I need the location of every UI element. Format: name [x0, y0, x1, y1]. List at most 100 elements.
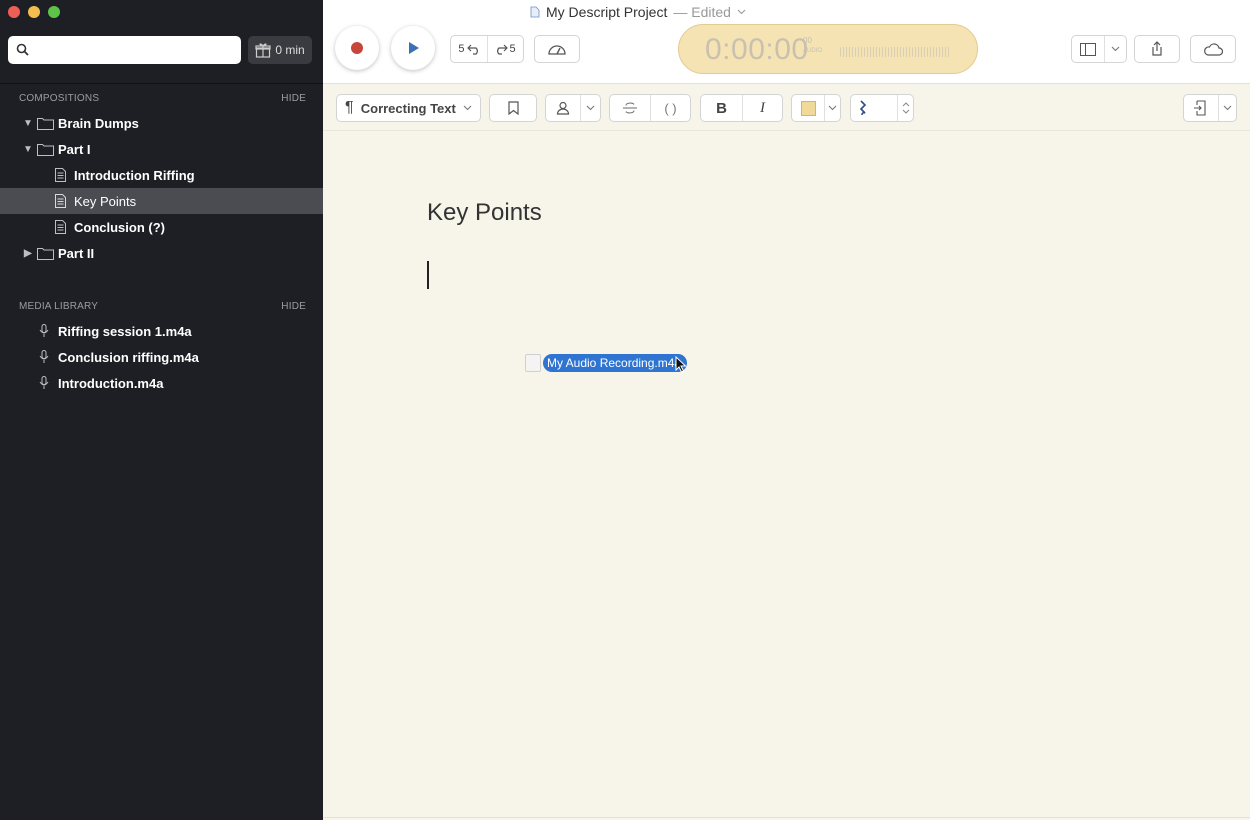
chevron-down-icon	[1223, 105, 1232, 111]
chevron-up-icon[interactable]	[902, 102, 910, 107]
bold-icon: B	[716, 99, 727, 117]
disclosure-closed-icon[interactable]: ▶	[24, 248, 32, 259]
window-title: My Descript Project — Edited	[530, 4, 746, 20]
folder-icon	[37, 117, 54, 130]
mouse-pointer-icon	[675, 356, 687, 373]
person-icon	[556, 101, 570, 115]
media-item-introduction[interactable]: Introduction.m4a	[0, 370, 323, 396]
timecode-frames-value: 00	[803, 36, 812, 45]
parentheses-button[interactable]: ( )	[650, 95, 690, 121]
composition-label: Part I	[58, 141, 91, 157]
zoom-window-button[interactable]	[48, 6, 60, 18]
window-edited-status: — Edited	[673, 4, 731, 20]
search-input[interactable]	[36, 41, 234, 59]
search-icon	[16, 43, 29, 56]
composition-label: Brain Dumps	[58, 115, 139, 131]
bottom-divider	[323, 817, 1250, 818]
speaker-dropdown[interactable]	[580, 95, 600, 121]
chevron-down-icon	[1111, 46, 1120, 52]
speedometer-icon	[548, 45, 566, 55]
speaker-button[interactable]	[546, 95, 580, 121]
minutes-label: 0 min	[275, 43, 305, 57]
strikethrough-icon	[623, 102, 637, 114]
rewind-icon	[466, 44, 478, 55]
italic-button[interactable]: I	[742, 95, 782, 121]
disclosure-open-icon[interactable]: ▼	[23, 118, 33, 129]
chevron-down-icon[interactable]	[902, 109, 910, 114]
document-icon	[55, 168, 66, 182]
search-field[interactable]	[8, 36, 241, 64]
share-button[interactable]	[1134, 35, 1180, 63]
disclosure-open-icon[interactable]: ▼	[23, 144, 33, 155]
composition-label: Conclusion (?)	[74, 219, 165, 235]
highlight-color-button[interactable]	[792, 95, 824, 121]
skip-back-button[interactable]: 5	[452, 36, 488, 62]
minutes-button[interactable]: 0 min	[248, 36, 312, 64]
chevron-down-icon[interactable]	[737, 9, 746, 15]
sidebar-icon	[1080, 42, 1096, 56]
timecode-value: 0:00:00	[705, 33, 809, 66]
media-item-conclusion-riffing[interactable]: Conclusion riffing.m4a	[0, 344, 323, 370]
composition-folder-part-i[interactable]: ▼ Part I	[0, 136, 323, 162]
media-item-riffing-session[interactable]: Riffing session 1.m4a	[0, 318, 323, 344]
skip-back-label: 5	[458, 43, 465, 55]
bold-button[interactable]: B	[701, 95, 742, 121]
bookmark-button[interactable]	[489, 94, 537, 122]
microphone-icon	[39, 350, 49, 363]
sidebar-divider	[0, 83, 323, 84]
color-swatch-icon	[800, 100, 816, 116]
strikethrough-button[interactable]	[610, 95, 650, 121]
pause-insert-button[interactable]	[851, 95, 897, 121]
chevron-down-icon	[586, 105, 595, 111]
export-dropdown[interactable]	[1218, 95, 1236, 121]
export-button[interactable]	[1184, 95, 1218, 121]
layout-dropdown[interactable]	[1105, 46, 1126, 52]
sidebar-toggle-button[interactable]	[1072, 36, 1105, 62]
composition-introduction-riffing[interactable]: Introduction Riffing	[0, 162, 323, 188]
share-icon	[1152, 41, 1162, 56]
skip-forward-button[interactable]: 5	[488, 36, 522, 62]
document-title[interactable]: Key Points	[427, 199, 542, 227]
skip-forward-label: 5	[509, 43, 516, 55]
folder-icon	[37, 143, 54, 156]
play-button[interactable]	[391, 26, 435, 70]
minimize-window-button[interactable]	[28, 6, 40, 18]
window-title-text: My Descript Project	[546, 4, 668, 20]
export-control	[1183, 94, 1237, 122]
media-library-hide-button[interactable]: HIDE	[281, 301, 306, 312]
timecode-frames: 00 AUDIO	[803, 36, 822, 54]
paragraph-style-dropdown[interactable]: ¶ Correcting Text	[336, 94, 481, 122]
microphone-icon	[39, 376, 49, 389]
pause-stepper	[850, 94, 914, 122]
cloud-icon	[1204, 43, 1223, 56]
composition-label: Part II	[58, 245, 95, 261]
format-toolbar: ¶ Correcting Text ( ) B I	[323, 84, 1250, 131]
highlight-color-dropdown[interactable]	[824, 95, 840, 121]
composition-conclusion[interactable]: Conclusion (?)	[0, 214, 323, 240]
pause-stepper-arrows[interactable]	[897, 95, 913, 121]
document-icon	[55, 194, 66, 208]
media-library-header: MEDIA LIBRARY HIDE	[19, 301, 306, 312]
compositions-header: COMPOSITIONS HIDE	[19, 93, 306, 104]
level-meter	[840, 47, 950, 57]
paragraph-style-label: Correcting Text	[360, 100, 456, 116]
composition-key-points[interactable]: Key Points	[0, 188, 323, 214]
play-icon	[409, 42, 419, 54]
close-window-button[interactable]	[8, 6, 20, 18]
sidebar: 0 min COMPOSITIONS HIDE ▼ Brain Dumps ▼ …	[0, 0, 323, 820]
bookmark-icon	[507, 101, 519, 115]
cloud-button[interactable]	[1190, 35, 1236, 63]
playback-speed-button[interactable]	[534, 35, 580, 63]
record-button[interactable]	[335, 26, 379, 70]
text-effects-group: ( )	[609, 94, 691, 122]
dragged-file[interactable]: My Audio Recording.m4a	[525, 354, 688, 372]
composition-folder-brain-dumps[interactable]: ▼ Brain Dumps	[0, 110, 323, 136]
pilcrow-icon: ¶	[345, 99, 354, 116]
composition-label: Key Points	[74, 193, 137, 209]
compositions-hide-button[interactable]: HIDE	[281, 93, 306, 104]
composition-label: Introduction Riffing	[74, 167, 195, 183]
media-item-label: Introduction.m4a	[58, 375, 164, 391]
compositions-heading: COMPOSITIONS	[19, 93, 100, 104]
composition-folder-part-ii[interactable]: ▶ Part II	[0, 240, 323, 266]
layout-button[interactable]	[1071, 35, 1127, 63]
